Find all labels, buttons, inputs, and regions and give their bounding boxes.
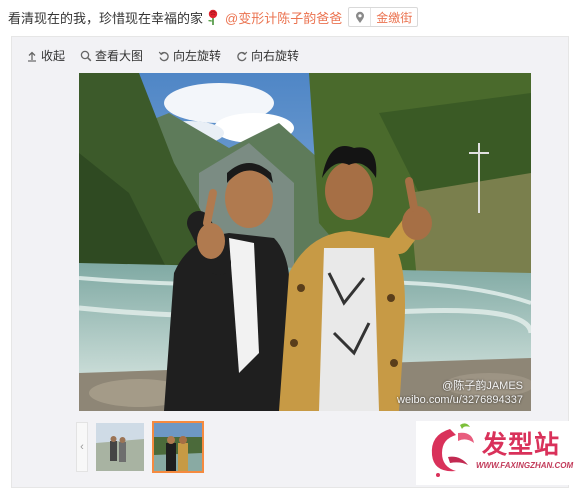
logo-brand-text: 发型站 — [482, 430, 561, 459]
location-chip[interactable]: 金缴街 — [348, 7, 419, 27]
location-pin-icon — [349, 8, 372, 26]
rotate-left-button[interactable]: 向左旋转 — [158, 47, 221, 64]
collapse-label: 收起 — [41, 49, 66, 63]
post-text: 看清现在的我，珍惜现在幸福的家 — [8, 10, 204, 26]
main-photo[interactable]: @陈子韵JAMES weibo.com/u/3276894337 — [79, 73, 531, 411]
post-header: 看清现在的我，珍惜现在幸福的家 @变形计陈子韵爸爸 金缴街 — [8, 6, 419, 28]
rotate-right-icon — [237, 51, 248, 61]
thumbnail-2[interactable] — [152, 421, 204, 473]
thumbnail-1[interactable] — [94, 421, 146, 473]
watermark-handle: @陈子韵JAMES — [442, 380, 523, 392]
collapse-button[interactable]: 收起 — [26, 47, 65, 64]
magnifier-icon — [80, 50, 92, 61]
logo-url-text: WWW.FAXINGZHAN.COM — [476, 461, 574, 470]
view-large-label: 查看大图 — [95, 49, 144, 63]
rose-emoji-icon — [205, 8, 221, 26]
logo-swirl-icon — [431, 423, 474, 477]
site-logo: 发型站 WWW.FAXINGZHAN.COM — [416, 421, 576, 485]
watermark-url: weibo.com/u/3276894337 — [397, 394, 523, 406]
media-toolbar: 收起 查看大图 向左旋转 向右旋转 — [26, 47, 314, 64]
rotate-right-label: 向右旋转 — [251, 49, 300, 63]
photo-watermark: @陈子韵JAMES weibo.com/u/3276894337 — [397, 379, 523, 407]
rotate-left-label: 向左旋转 — [173, 49, 222, 63]
user-mention-link[interactable]: @变形计陈子韵爸爸 — [225, 8, 342, 27]
thumbnail-strip: ‹ — [76, 421, 204, 473]
rotate-right-button[interactable]: 向右旋转 — [236, 47, 299, 64]
collapse-arrow-icon — [28, 51, 36, 62]
chevron-left-icon: ‹ — [80, 441, 84, 453]
location-label: 金缴街 — [376, 10, 413, 25]
thumb-prev-button[interactable]: ‹ — [76, 422, 88, 472]
rotate-left-icon — [158, 51, 169, 61]
view-large-button[interactable]: 查看大图 — [80, 47, 143, 64]
